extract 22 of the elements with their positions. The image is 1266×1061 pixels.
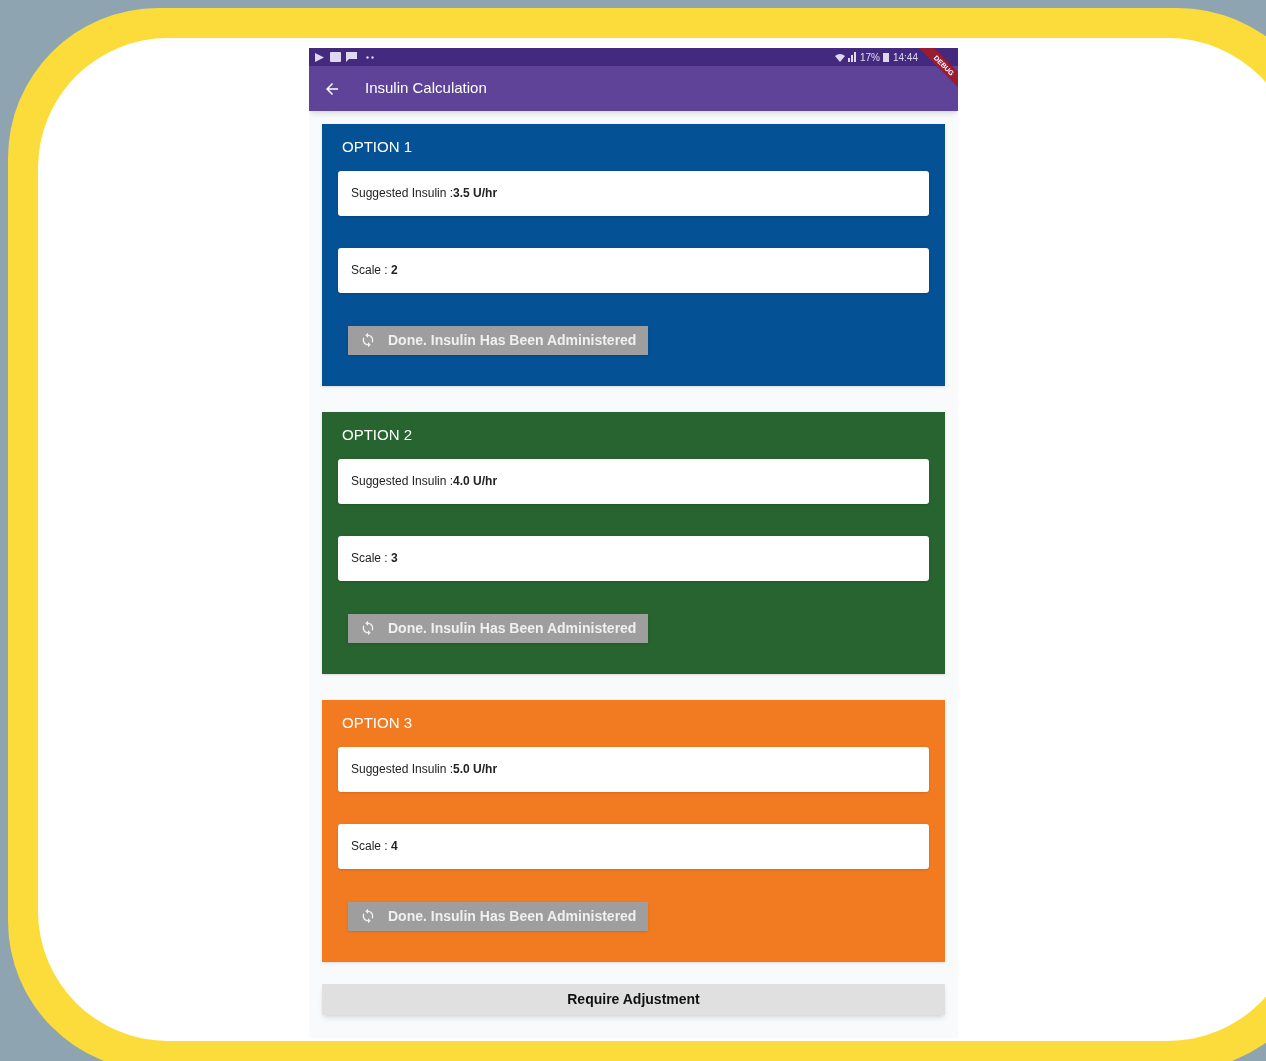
scale-field: Scale : 2 — [338, 247, 929, 293]
more-icon — [366, 55, 374, 59]
signal-icon — [834, 52, 857, 62]
option-title: OPTION 1 — [342, 137, 413, 157]
insulin-field: Suggested Insulin :3.5 U/hr — [338, 170, 929, 216]
message-icon — [346, 52, 357, 62]
clock: 14:44 — [892, 50, 918, 65]
option-title: OPTION 2 — [342, 425, 413, 445]
battery-percent: 17% — [859, 50, 880, 65]
scale-field: Scale : 3 — [338, 535, 929, 581]
insulin-field: Suggested Insulin :5.0 U/hr — [338, 746, 929, 792]
scale-field: Scale : 4 — [338, 823, 929, 869]
battery-icon — [882, 52, 889, 62]
refresh-icon — [360, 908, 376, 924]
refresh-icon — [360, 620, 376, 636]
insulin-field: Suggested Insulin :4.0 U/hr — [338, 458, 929, 504]
play-icon — [315, 52, 324, 62]
image-icon — [330, 52, 341, 62]
app-bar-title: Insulin Calculation — [365, 78, 487, 99]
require-adjustment-button[interactable]: Require Adjustment — [322, 984, 945, 1015]
option-title: OPTION 3 — [342, 713, 413, 733]
refresh-icon — [360, 332, 376, 348]
